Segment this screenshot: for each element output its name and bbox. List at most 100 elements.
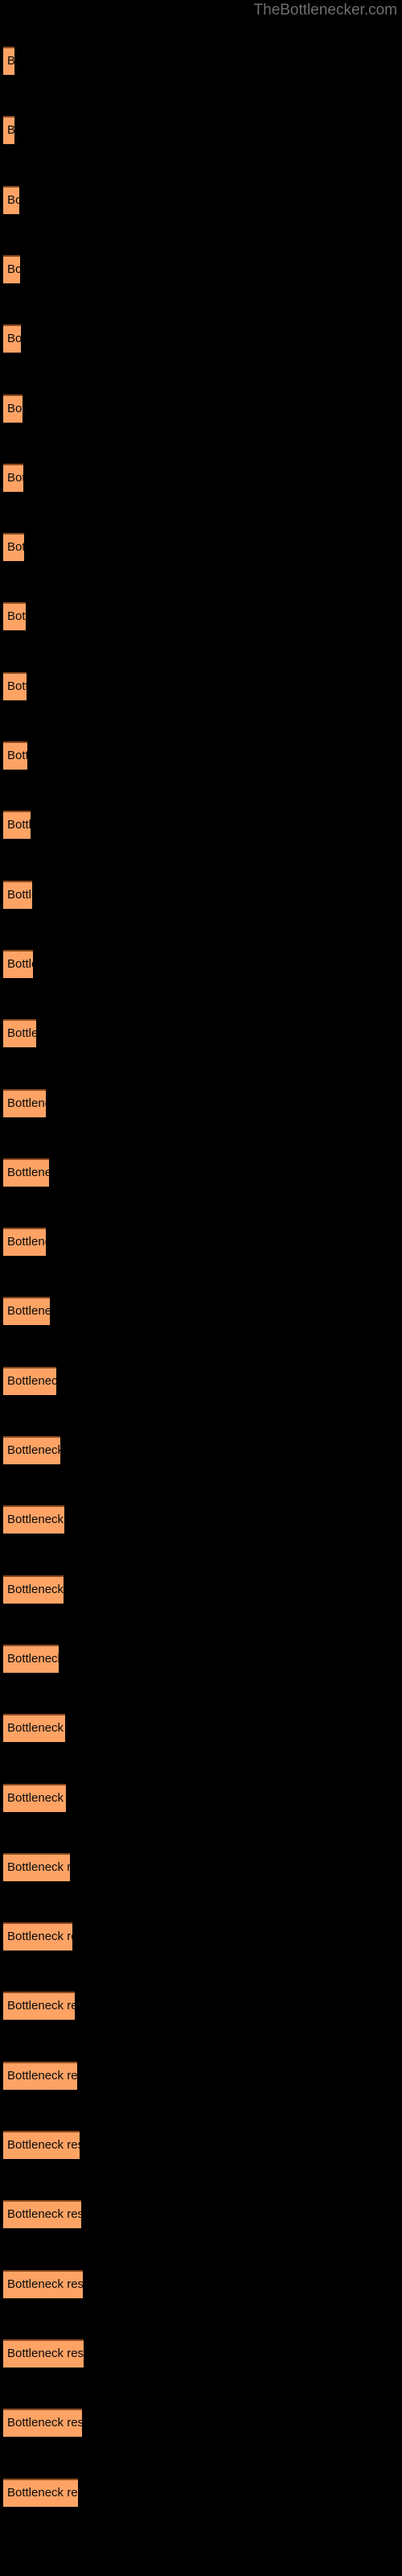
- bar-label: Bottleneck result: [7, 1999, 75, 2013]
- bar-label-clip: Bottleneck result: [3, 2131, 80, 2159]
- bar-label: Bottleneck result: [7, 887, 32, 902]
- bar-row: Bottleneck result: [0, 1228, 402, 1257]
- bar-label-clip: Bottleneck result: [3, 2479, 78, 2507]
- bar-label-clip: Bottleneck result: [3, 1367, 56, 1395]
- bar-row: Bottleneck result: [0, 1992, 402, 2021]
- bar-row: Bottleneck result: [0, 811, 402, 840]
- bar-label-clip: Bottleneck result: [3, 1992, 75, 2020]
- bar-row: Bottleneck result: [0, 741, 402, 770]
- bar-label: Bottleneck result: [7, 1721, 65, 1736]
- bar-row: Bottleneck result: [0, 185, 402, 214]
- bar-label: Bottleneck result: [7, 1443, 60, 1457]
- bar-label-clip: Bottleneck result: [3, 2062, 77, 2090]
- bar-row: Bottleneck result: [0, 324, 402, 353]
- bar-row: Bottleneck result: [0, 463, 402, 492]
- bar-row: Bottleneck result: [0, 949, 402, 978]
- bar-row: Bottleneck result: [0, 2478, 402, 2507]
- bar-label: Bottleneck result: [7, 749, 27, 762]
- bar-row: Bottleneck result: [0, 1088, 402, 1117]
- bar-label-clip: Bottleneck result: [3, 116, 14, 144]
- bar-row: Bottleneck result: [0, 1505, 402, 1534]
- bar-label: Bottleneck result: [7, 1026, 36, 1041]
- bar-list: Bottleneck result Bottleneck result Bottle…: [0, 0, 402, 2576]
- bar-label-clip: Bottleneck result: [3, 1505, 64, 1534]
- bar-label-clip: Bottleneck result: [3, 1297, 50, 1325]
- bar-label-clip: Bottleneck result: [3, 1158, 49, 1187]
- bar-label: Bottleneck result: [7, 2485, 78, 2500]
- bar-label-clip: Bottleneck result: [3, 1853, 70, 1881]
- bar-row: Bottleneck result: [0, 1852, 402, 1881]
- bar-row: Bottleneck result: [0, 1019, 402, 1048]
- bar-label-clip: Bottleneck result: [3, 255, 20, 283]
- bar-label: Bottleneck result: [7, 123, 14, 138]
- bar-label: Bottleneck result: [7, 401, 23, 415]
- bar-label-clip: Bottleneck result: [3, 1089, 46, 1117]
- bar-label-clip: Bottleneck result: [3, 672, 27, 700]
- bar-label-clip: Bottleneck result: [3, 1714, 65, 1742]
- bar-row: Bottleneck result: [0, 1644, 402, 1673]
- bar-label-clip: Bottleneck result: [3, 186, 19, 214]
- bar-label-clip: Bottleneck result: [3, 950, 33, 978]
- bar-row: Bottleneck result: [0, 880, 402, 909]
- bar-row: Bottleneck result: [0, 2131, 402, 2159]
- bar-label: Bottleneck result: [7, 2346, 84, 2360]
- bar-row: Bottleneck result: [0, 1783, 402, 1812]
- bar-label-clip: Bottleneck result: [3, 1784, 66, 1812]
- bar-label: Bottleneck result: [7, 1860, 70, 1874]
- bar-label: Bottleneck result: [7, 262, 20, 276]
- bar-row: Bottleneck result: [0, 533, 402, 562]
- bar-label: Bottleneck result: [7, 1096, 46, 1110]
- bar-label: Bottleneck result: [7, 470, 23, 485]
- bar-label: Bottleneck result: [7, 1165, 49, 1179]
- bar-label: Bottleneck result: [7, 1930, 72, 1944]
- bar-row: Bottleneck result: [0, 47, 402, 75]
- bar-row: Bottleneck result: [0, 2200, 402, 2229]
- bar-label: Bottleneck result: [7, 192, 19, 207]
- bar-row: Bottleneck result: [0, 602, 402, 631]
- bar-label-clip: Bottleneck result: [3, 324, 21, 353]
- bar-label-clip: Bottleneck result: [3, 881, 32, 909]
- bar-label-clip: Bottleneck result: [3, 2409, 82, 2437]
- bar-label: Bottleneck result: [7, 679, 27, 693]
- bar-label: Bottleneck result: [7, 1235, 46, 1249]
- bar-row: Bottleneck result: [0, 1366, 402, 1395]
- bar-label: Bottleneck result: [7, 332, 21, 346]
- bar-label-clip: Bottleneck result: [3, 1645, 59, 1673]
- bar-label-clip: Bottleneck result: [3, 602, 26, 630]
- bottleneck-chart: TheBottlenecker.com Bottleneck resultBot…: [0, 0, 402, 2576]
- bar-label: Bottleneck result: [7, 1651, 59, 1666]
- bar-row: Bottleneck result: [0, 1297, 402, 1326]
- bar-label-clip: Bottleneck result: [3, 47, 14, 75]
- bar-label-clip: Bottleneck result: [3, 2270, 83, 2298]
- bar-row: Bottleneck result: [0, 2061, 402, 2090]
- bar-label: Bottleneck result: [7, 540, 24, 555]
- bar-label-clip: Bottleneck result: [3, 1922, 72, 1951]
- bar-label-clip: Bottleneck result: [3, 1575, 64, 1604]
- bar-label: Bottleneck result: [7, 2068, 77, 2083]
- bar-label: Bottleneck result: [7, 609, 26, 624]
- bar-row: Bottleneck result: [0, 2409, 402, 2438]
- bar-row: Bottleneck result: [0, 1922, 402, 1951]
- bar-label-clip: Bottleneck result: [3, 394, 23, 423]
- bar-label-clip: Bottleneck result: [3, 1228, 46, 1256]
- bar-label: Bottleneck result: [7, 1582, 64, 1596]
- bar-row: Bottleneck result: [0, 254, 402, 283]
- bar-label: Bottleneck result: [7, 1513, 64, 1527]
- bar-row: Bottleneck result: [0, 116, 402, 145]
- bar-label: Bottleneck result: [7, 1304, 50, 1319]
- bar-row: Bottleneck result: [0, 1436, 402, 1464]
- bar-row: Bottleneck result: [0, 2339, 402, 2368]
- bar-label: Bottleneck result: [7, 2138, 80, 2152]
- bar-label: Bottleneck result: [7, 956, 33, 971]
- bar-label: Bottleneck result: [7, 1373, 56, 1388]
- bar-label-clip: Bottleneck result: [3, 741, 27, 770]
- bar-label-clip: Bottleneck result: [3, 533, 24, 561]
- bar-row: Bottleneck result: [0, 671, 402, 700]
- bar-label: Bottleneck result: [7, 2207, 81, 2222]
- bar-label: Bottleneck result: [7, 2277, 83, 2291]
- bar-label: Bottleneck result: [7, 1790, 66, 1805]
- bar-row: Bottleneck result: [0, 2269, 402, 2298]
- bar-label-clip: Bottleneck result: [3, 811, 31, 839]
- bar-label: Bottleneck result: [7, 54, 14, 68]
- bar-label-clip: Bottleneck result: [3, 464, 23, 492]
